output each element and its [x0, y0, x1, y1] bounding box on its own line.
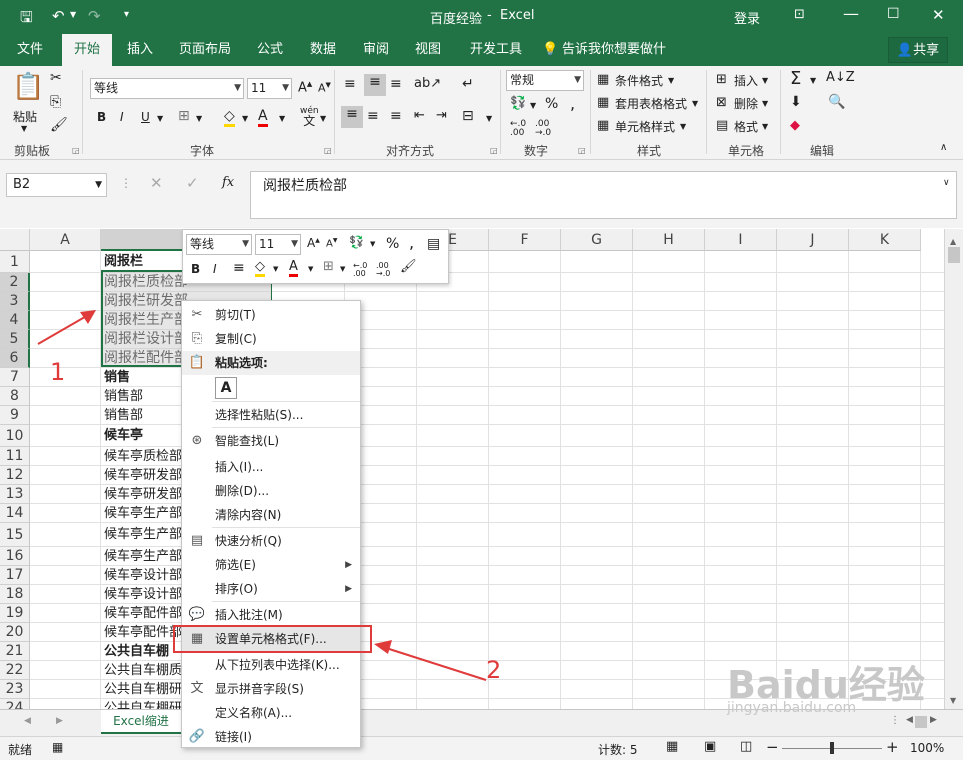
annotation-arrowhead-1: [80, 310, 96, 324]
annotation-label-1: 1: [50, 358, 66, 386]
highlight-box: [173, 625, 372, 653]
annotation-label-2: 2: [486, 656, 502, 684]
watermark-url: jingyan.baidu.com: [727, 700, 857, 716]
annotation-arrows: [37, 310, 487, 681]
annotation-arrow-1: [37, 313, 91, 345]
annotation-arrow-2: [385, 647, 487, 681]
annotation-arrowhead-2: [374, 640, 392, 654]
